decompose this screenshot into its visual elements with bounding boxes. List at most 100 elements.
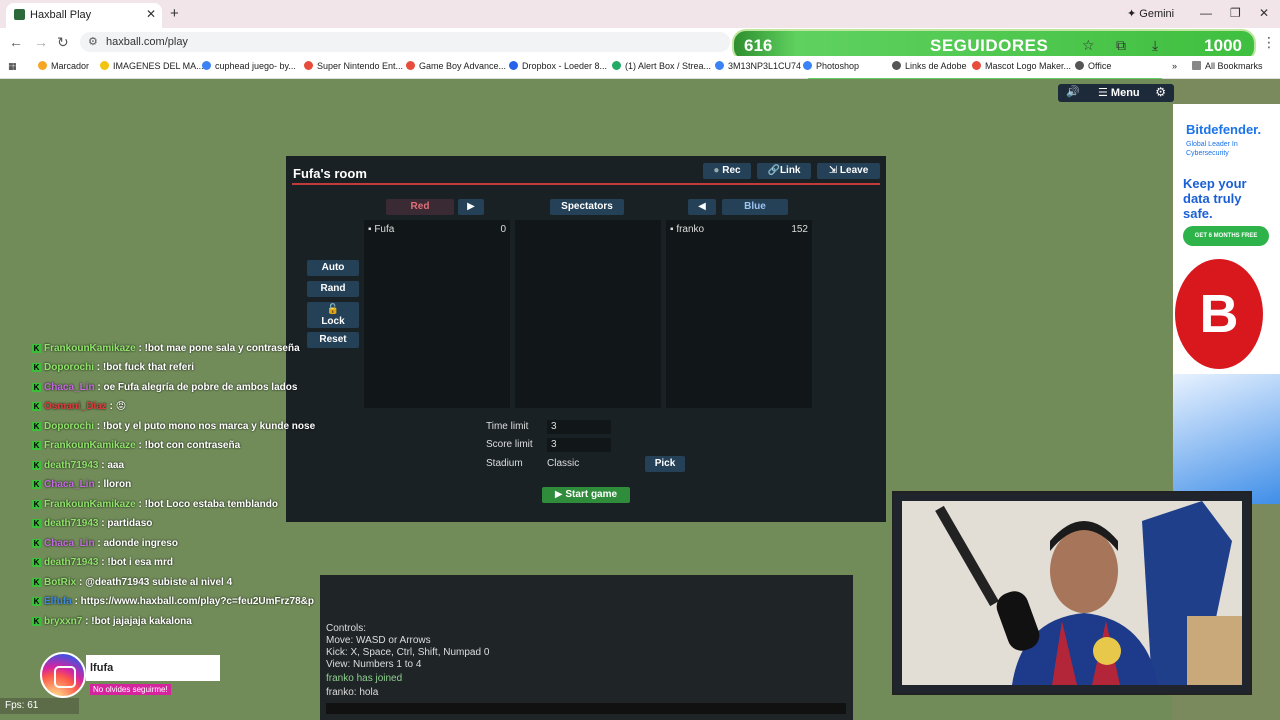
bookmark-item[interactable]: Mascot Logo Maker...	[972, 61, 1071, 71]
gemini-button[interactable]: ✦ Gemini	[1127, 7, 1174, 20]
close-tab-icon[interactable]: ✕	[146, 7, 156, 21]
instagram-overlay: lfufa No olvides seguirme!	[40, 652, 220, 698]
auto-button[interactable]: Auto	[307, 260, 359, 276]
time-limit-label: Time limit	[486, 421, 529, 432]
site-info-icon[interactable]: ⚙	[88, 35, 98, 48]
kick-badge-icon: K	[32, 519, 41, 528]
close-window-button[interactable]: ✕	[1259, 6, 1269, 20]
ad-banner[interactable]: Bitdefender. Global Leader In Cybersecur…	[1173, 104, 1280, 504]
title-divider	[292, 183, 880, 185]
kick-badge-icon: K	[32, 461, 41, 470]
start-game-button[interactable]: ▶ Start game	[542, 487, 630, 503]
chat-line: Kdeath71943 : aaa	[32, 460, 125, 471]
bookmark-icon	[972, 61, 981, 70]
bookmark-item[interactable]: Dropbox - Loeder 8...	[509, 61, 607, 71]
browser-tab[interactable]: Haxball Play ✕	[6, 3, 162, 28]
player-score: 152	[791, 224, 808, 235]
bookmark-item[interactable]: 3M13NP3L1CU74	[715, 61, 801, 71]
red-team-list: ▪ Fufa 0	[364, 220, 510, 408]
bookmark-icon	[406, 61, 415, 70]
folder-icon	[100, 61, 109, 70]
chat-line: Kdeath71943 : partidaso	[32, 518, 153, 529]
ad-cta-button[interactable]: GET 6 MONTHS FREE	[1183, 226, 1269, 246]
settings-icon[interactable]: ⚙	[1155, 85, 1166, 99]
move-right-arrow-icon[interactable]: ▶	[458, 199, 484, 215]
ad-graphic	[1173, 374, 1280, 504]
sound-icon[interactable]: 🔊	[1066, 85, 1080, 98]
reload-icon[interactable]: ↻	[57, 34, 69, 51]
extensions-icon[interactable]: ⧉	[1116, 37, 1126, 54]
player-score: 0	[500, 224, 506, 235]
apps-icon[interactable]: ▦	[8, 61, 17, 72]
leave-button[interactable]: ⇲ Leave	[817, 163, 880, 179]
back-icon[interactable]: ←	[9, 34, 23, 50]
dropbox-icon	[509, 61, 518, 70]
all-bookmarks[interactable]: All Bookmarks	[1192, 61, 1263, 71]
move-left-arrow-icon[interactable]: ◀	[688, 199, 716, 215]
link-button[interactable]: 🔗Link	[757, 163, 811, 179]
blue-team-button[interactable]: Blue	[722, 199, 788, 215]
stadium-label: Stadium	[486, 458, 523, 469]
folder-icon	[1192, 61, 1201, 70]
bookmark-item[interactable]: cuphead juego- by...	[202, 61, 296, 71]
bookmark-item[interactable]: Photoshop	[803, 61, 859, 71]
chat-user: Chaca_Lin	[44, 382, 95, 393]
bookmark-item[interactable]: Game Boy Advance...	[406, 61, 506, 71]
reset-button[interactable]: Reset	[307, 332, 359, 348]
star-icon[interactable]: ☆	[1082, 37, 1095, 54]
chat-user: Chaca_Lin	[44, 538, 95, 549]
forward-icon[interactable]: →	[34, 34, 48, 50]
ad-brand: Bitdefender.	[1186, 122, 1262, 137]
chat-user: bryxxn7	[44, 616, 83, 627]
time-limit-select[interactable]: 3	[547, 420, 611, 434]
maximize-button[interactable]: ❐	[1230, 6, 1241, 20]
lock-button[interactable]: 🔓 Lock	[307, 302, 359, 328]
chat-user: Doporochi	[44, 421, 94, 432]
download-icon[interactable]: ⤓	[1152, 37, 1158, 54]
webcam-overlay	[892, 491, 1252, 695]
bookmark-item[interactable]: Office	[1075, 61, 1111, 71]
bookmark-item[interactable]: Super Nintendo Ent...	[304, 61, 403, 71]
controls-line: View: Numbers 1 to 4	[326, 659, 422, 670]
chat-line: K Chaca_Lin : oe Fufa alegría de pobre de…	[32, 382, 298, 393]
bookmark-item[interactable]: (1) Alert Box / Strea...	[612, 61, 711, 71]
more-menu-icon[interactable]: ⋮	[1262, 34, 1276, 51]
room-title: Fufa's room	[293, 166, 367, 181]
minimize-button[interactable]: —	[1200, 6, 1212, 20]
chat-line: Kbryxxn7 : !bot jajajaja kakalona	[32, 616, 192, 627]
chat-user: FrankounKamikaze	[44, 440, 136, 451]
pick-stadium-button[interactable]: Pick	[645, 456, 685, 472]
rand-button[interactable]: Rand	[307, 281, 359, 297]
chat-line: K Doporochi : !bot y el puto mono nos mar…	[32, 421, 316, 432]
bookmark-item[interactable]: Links de Adobe	[892, 61, 967, 71]
followers-count: 616	[744, 36, 773, 55]
address-bar[interactable]: ⚙ haxball.com/play	[80, 32, 730, 52]
chat-user: Chaca_Lin	[44, 479, 95, 490]
chat-input[interactable]	[326, 703, 846, 714]
record-icon: ●	[713, 165, 723, 176]
chat-user: death71943	[44, 460, 99, 471]
tab-title: Haxball Play	[30, 9, 92, 21]
chat-user: Doporochi	[44, 362, 94, 373]
streamer-silhouette-icon	[902, 501, 1242, 685]
instagram-handle: lfufa	[86, 655, 220, 681]
score-limit-select[interactable]: 3	[547, 438, 611, 452]
spectators-button[interactable]: Spectators	[550, 199, 624, 215]
chat-line: K Elfufa : https://www.haxball.com/play?c…	[32, 596, 314, 607]
player-row[interactable]: ▪ franko	[670, 224, 704, 235]
bookmark-item[interactable]: IMAGENES DEL MA...	[100, 61, 204, 71]
chat-line: K FrankounKamikaze : !bot mae pone sala y…	[32, 343, 300, 354]
webcam-feed	[902, 501, 1242, 685]
rec-button[interactable]: ● Rec	[703, 163, 751, 179]
bookmark-icon	[612, 61, 621, 70]
red-team-button[interactable]: Red	[386, 199, 454, 215]
bookmark-icon	[715, 61, 724, 70]
url-text: haxball.com/play	[106, 36, 188, 48]
new-tab-button[interactable]: +	[170, 5, 179, 22]
player-row[interactable]: ▪ Fufa	[368, 224, 394, 235]
chat-line: K Chaca_Lin : adonde ingreso	[32, 538, 178, 549]
bookmarks-more-icon[interactable]: »	[1172, 61, 1177, 71]
chat-line: K BotRix : @death71943 subiste al nivel 4	[32, 577, 233, 588]
menu-button[interactable]: ☰ Menu	[1098, 86, 1140, 99]
bookmark-item[interactable]: Marcador	[38, 61, 89, 71]
